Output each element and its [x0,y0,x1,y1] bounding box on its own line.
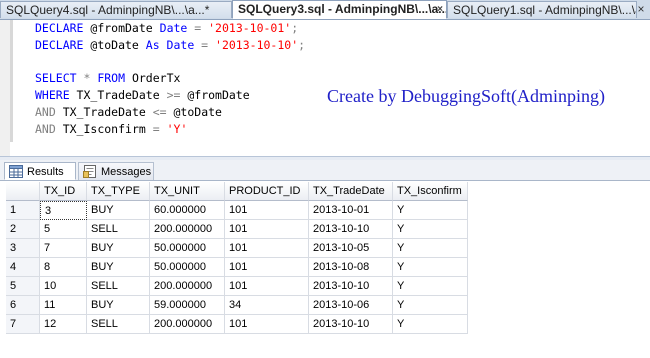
grid-cell[interactable]: BUY [87,239,150,258]
grid-cell[interactable]: 2013-10-05 [309,239,393,258]
tab-results[interactable]: Results [4,162,76,180]
grid-cell[interactable]: 2013-10-01 [309,201,393,220]
grid-cell[interactable]: SELL [87,315,150,334]
grid-cell[interactable]: Y [393,239,468,258]
code-line-5[interactable]: WHERE TX_TradeDate >= @fromDate [35,87,250,103]
grid-cell[interactable]: 2013-10-08 [309,258,393,277]
tab-messages-label: Messages [101,166,152,178]
document-tab-strip: SQLQuery4.sql - AdminpingNB\...\a...* SQ… [0,0,650,20]
tab-sqlquery1[interactable]: SQLQuery1.sql - AdminpingNB\...\a...* [447,1,637,18]
row-number[interactable]: 2 [6,220,40,239]
grid-cell[interactable]: 2013-10-10 [309,315,393,334]
grid-cell[interactable]: 2013-10-06 [309,296,393,315]
tab-sqlquery3[interactable]: SQLQuery3.sql - AdminpingNB\...\a...* × [232,0,447,19]
grid-cell[interactable]: 34 [225,296,309,315]
grid-cell[interactable]: Y [393,220,468,239]
watermark-text: Create by DebuggingSoft(Adminping) [327,86,605,106]
grid-cell[interactable]: BUY [87,296,150,315]
grid-cell[interactable]: 3 [40,201,87,220]
tab-label: SQLQuery1.sql - AdminpingNB\...\a...* [453,3,637,17]
grid-cell[interactable]: BUY [87,201,150,220]
grid-cell[interactable]: SELL [87,220,150,239]
grid-cell[interactable]: 2013-10-10 [309,220,393,239]
grid-cell[interactable]: BUY [87,258,150,277]
row-number[interactable]: 7 [6,315,40,334]
column-header[interactable]: TX_ID [40,182,87,201]
code-line-7[interactable]: AND TX_Isconfirm = 'Y' [35,121,187,137]
code-line-4[interactable]: SELECT * FROM OrderTx [35,70,180,86]
column-header[interactable]: TX_TYPE [87,182,150,201]
tab-results-label: Results [27,166,64,178]
column-header[interactable]: TX_Isconfirm [393,182,468,201]
grid-cell[interactable]: 200.000000 [150,315,225,334]
grid-cell[interactable]: 8 [40,258,87,277]
grid-cell[interactable]: 12 [40,315,87,334]
messages-icon [83,165,96,178]
grid-cell[interactable]: 60.000000 [150,201,225,220]
row-number[interactable]: 3 [6,239,40,258]
tab-messages[interactable]: Messages [78,162,154,180]
code-line-2[interactable]: DECLARE @toDate As Date = '2013-10-10'; [35,37,305,53]
grid-cell[interactable]: 2013-10-10 [309,277,393,296]
grid-cell[interactable]: 101 [225,201,309,220]
grid-cell[interactable]: Y [393,315,468,334]
grid-cell[interactable]: 50.000000 [150,239,225,258]
column-header[interactable]: PRODUCT_ID [225,182,309,201]
grid-cell[interactable]: 59.000000 [150,296,225,315]
grid-cell[interactable]: Y [393,296,468,315]
change-tracking-bar [10,20,13,142]
tab-sqlquery4[interactable]: SQLQuery4.sql - AdminpingNB\...\a...* [0,1,232,18]
grid-cell[interactable]: 101 [225,220,309,239]
grid-cell[interactable]: 50.000000 [150,258,225,277]
row-number[interactable]: 5 [6,277,40,296]
row-number-header[interactable] [6,182,40,201]
grid-cell[interactable]: 5 [40,220,87,239]
grid-cell[interactable]: 101 [225,315,309,334]
column-header[interactable]: TX_TradeDate [309,182,393,201]
code-line-6[interactable]: AND TX_TradeDate <= @toDate [35,104,222,120]
grid-cell[interactable]: SELL [87,277,150,296]
tab-label: SQLQuery4.sql - AdminpingNB\...\a...* [6,3,210,17]
grid-cell[interactable]: Y [393,258,468,277]
grid-cell[interactable]: Y [393,277,468,296]
code-line-1[interactable]: DECLARE @fromDate Date = '2013-10-01'; [35,20,298,36]
column-header[interactable]: TX_UNIT [150,182,225,201]
row-number[interactable]: 6 [6,296,40,315]
grid-cell[interactable]: 101 [225,239,309,258]
grid-cell[interactable]: Y [393,201,468,220]
tab-close-icon[interactable]: × [437,1,443,18]
grid-cell[interactable]: 7 [40,239,87,258]
query-editor[interactable]: DECLARE @fromDate Date = '2013-10-01'; D… [0,20,650,156]
close-window-icon[interactable]: × [634,2,648,16]
grid-cell[interactable]: 101 [225,277,309,296]
grid-cell[interactable]: 10 [40,277,87,296]
row-number[interactable]: 1 [6,201,40,220]
grid-icon [9,165,23,178]
tab-label: SQLQuery3.sql - AdminpingNB\...\a...* [238,2,447,16]
grid-cell[interactable]: 11 [40,296,87,315]
grid-cell[interactable]: 200.000000 [150,220,225,239]
grid-cell[interactable]: 200.000000 [150,277,225,296]
grid-cell[interactable]: 101 [225,258,309,277]
results-tab-strip: Results Messages [0,160,650,181]
row-number[interactable]: 4 [6,258,40,277]
editor-gutter [0,20,10,156]
